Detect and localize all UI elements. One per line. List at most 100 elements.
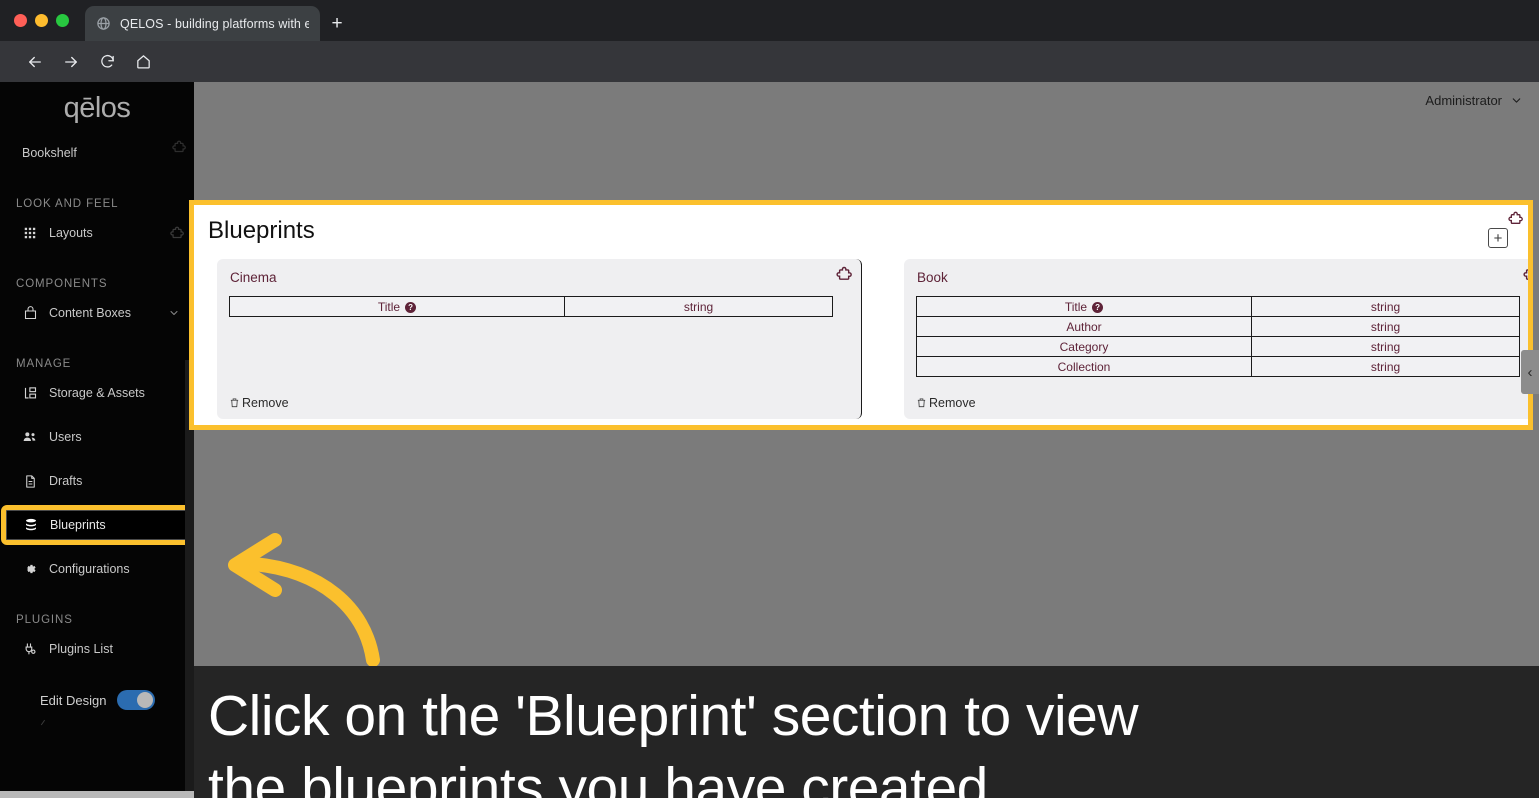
instruction-caption: Click on the 'Blueprint' section to view… [194,666,1539,798]
field-type-cell: string [564,296,833,317]
blueprint-fields-table: Title? string Author string Category str… [916,296,1520,377]
trash-icon [916,397,927,409]
reload-icon[interactable] [92,47,122,77]
trash-icon [229,397,240,409]
sidebar-item-label: Storage & Assets [49,386,145,400]
sidebar-section-manage: MANAGE [16,358,72,370]
edit-design-label: Edit Design [40,692,107,708]
browser-toolbar: localhost:3000 [0,41,1539,116]
sidebar-bottom-strip [0,791,194,798]
caption-line-2: the blueprints you have created. [208,756,1004,798]
sidebar-item-storage-assets[interactable]: Storage & Assets [0,378,194,408]
sidebar-item-layouts[interactable]: Layouts [0,218,194,248]
blueprints-panel: Blueprints + Cinema Title? string Remove… [189,200,1533,430]
table-row[interactable]: Title? string [229,296,833,317]
table-row[interactable]: Category string [916,336,1520,357]
toggle-knob [137,692,154,708]
blueprint-card[interactable]: Cinema Title? string Remove [217,259,862,419]
sidebar-item-label: Blueprints [50,518,106,532]
tab-title: QELOS - building platforms with e [120,16,309,31]
sidebar-item-label: Layouts [49,226,93,240]
puzzle-icon[interactable] [1507,210,1523,226]
sidebar-item-users[interactable]: Users [0,422,194,452]
field-name-cell: Title? [229,296,565,317]
sidebar-section-components: COMPONENTS [16,278,108,290]
browser-tabstrip: QELOS - building platforms with e + [0,0,1539,41]
blueprint-card-title: Cinema [230,270,277,285]
remove-label: Remove [242,396,289,410]
sidebar-item-label: Configurations [49,562,130,576]
sidebar-decoration [40,719,50,729]
chevron-down-icon[interactable] [1510,94,1523,107]
browser-tab[interactable]: QELOS - building platforms with e [85,6,320,41]
puzzle-icon[interactable] [835,265,852,282]
database-icon [23,517,39,533]
globe-icon [96,16,111,31]
box-icon [22,305,38,321]
window-controls[interactable] [14,14,69,27]
field-type-cell: string [1251,296,1520,317]
remove-label: Remove [929,396,976,410]
table-row[interactable]: Title? string [916,296,1520,317]
sidebar-item-label: Drafts [49,474,83,488]
field-name-cell: Author [916,316,1252,337]
blueprint-fields-table: Title? string [229,296,833,317]
blueprint-card[interactable]: Book Title? string Author string Categor… [904,259,1528,419]
sidebar: qēlos Bookshelf LOOK AND FEEL Layouts CO… [0,82,194,791]
table-row[interactable]: Author string [916,316,1520,337]
browser-window: QELOS - building platforms with e + loca… [0,0,1539,798]
app-topbar: Administrator [194,82,1539,118]
sidebar-item-drafts[interactable]: Drafts [0,466,194,496]
sidebar-item-label: Bookshelf [22,146,77,160]
sidebar-item-label: Content Boxes [49,306,131,320]
grid-icon [22,225,38,241]
brand-logo[interactable]: qēlos [0,82,194,128]
edit-design-row: Edit Design [0,678,194,710]
sidebar-item-plugins-list[interactable]: Plugins List [0,634,194,664]
forward-arrow-icon[interactable] [56,47,86,77]
plug-icon [22,641,38,657]
sidebar-item-configurations[interactable]: Configurations [0,554,194,584]
table-row[interactable]: Collection string [916,356,1520,377]
panel-collapse-handle[interactable]: ‹ [1521,350,1539,394]
storage-icon [22,385,38,401]
new-tab-button[interactable]: + [328,14,346,33]
edit-design-toggle[interactable] [117,690,156,710]
puzzle-icon[interactable] [169,225,184,240]
chevron-down-icon[interactable] [168,307,180,319]
help-icon[interactable]: ? [405,301,417,313]
field-name-cell: Collection [916,356,1252,377]
sidebar-item-label: Users [49,430,82,444]
remove-blueprint-button[interactable]: Remove [229,396,289,410]
page-title: Blueprints [208,217,315,244]
field-name-cell: Title? [916,296,1252,317]
caption-line-1: Click on the 'Blueprint' section to view [208,684,1139,748]
home-icon[interactable] [128,47,158,77]
blueprint-card-list: Cinema Title? string Remove Book Title ?… [217,259,1528,419]
field-type-cell: string [1251,356,1520,377]
field-type-cell: string [1251,336,1520,357]
back-arrow-icon[interactable] [20,47,50,77]
account-menu-label[interactable]: Administrator [1425,93,1502,108]
close-window-button[interactable] [14,14,27,27]
sidebar-item-content-boxes[interactable]: Content Boxes [0,298,194,328]
gear-icon [22,561,38,577]
page-viewport: qēlos Bookshelf LOOK AND FEEL Layouts CO… [0,82,1539,798]
blueprint-card-title: Book [917,270,948,285]
add-blueprint-button[interactable]: + [1488,228,1508,248]
puzzle-icon[interactable] [1522,265,1528,282]
sidebar-item-blueprints[interactable]: Blueprints [1,505,193,545]
sidebar-item-label: Plugins List [49,642,113,656]
sidebar-nav: Bookshelf LOOK AND FEEL Layouts COMPONEN… [0,128,194,710]
sidebar-item-bookshelf[interactable]: Bookshelf [0,138,194,168]
remove-blueprint-button[interactable]: Remove [916,396,976,410]
help-icon[interactable]: ? [1092,301,1104,313]
field-name-cell: Category [916,336,1252,357]
maximize-window-button[interactable] [56,14,69,27]
field-type-cell: string [1251,316,1520,337]
curved-arrow-left-icon [205,532,395,672]
minimize-window-button[interactable] [35,14,48,27]
sidebar-section-look-and-feel: LOOK AND FEEL [16,198,119,210]
users-icon [22,429,38,445]
sidebar-section-plugins: PLUGINS [16,614,73,626]
